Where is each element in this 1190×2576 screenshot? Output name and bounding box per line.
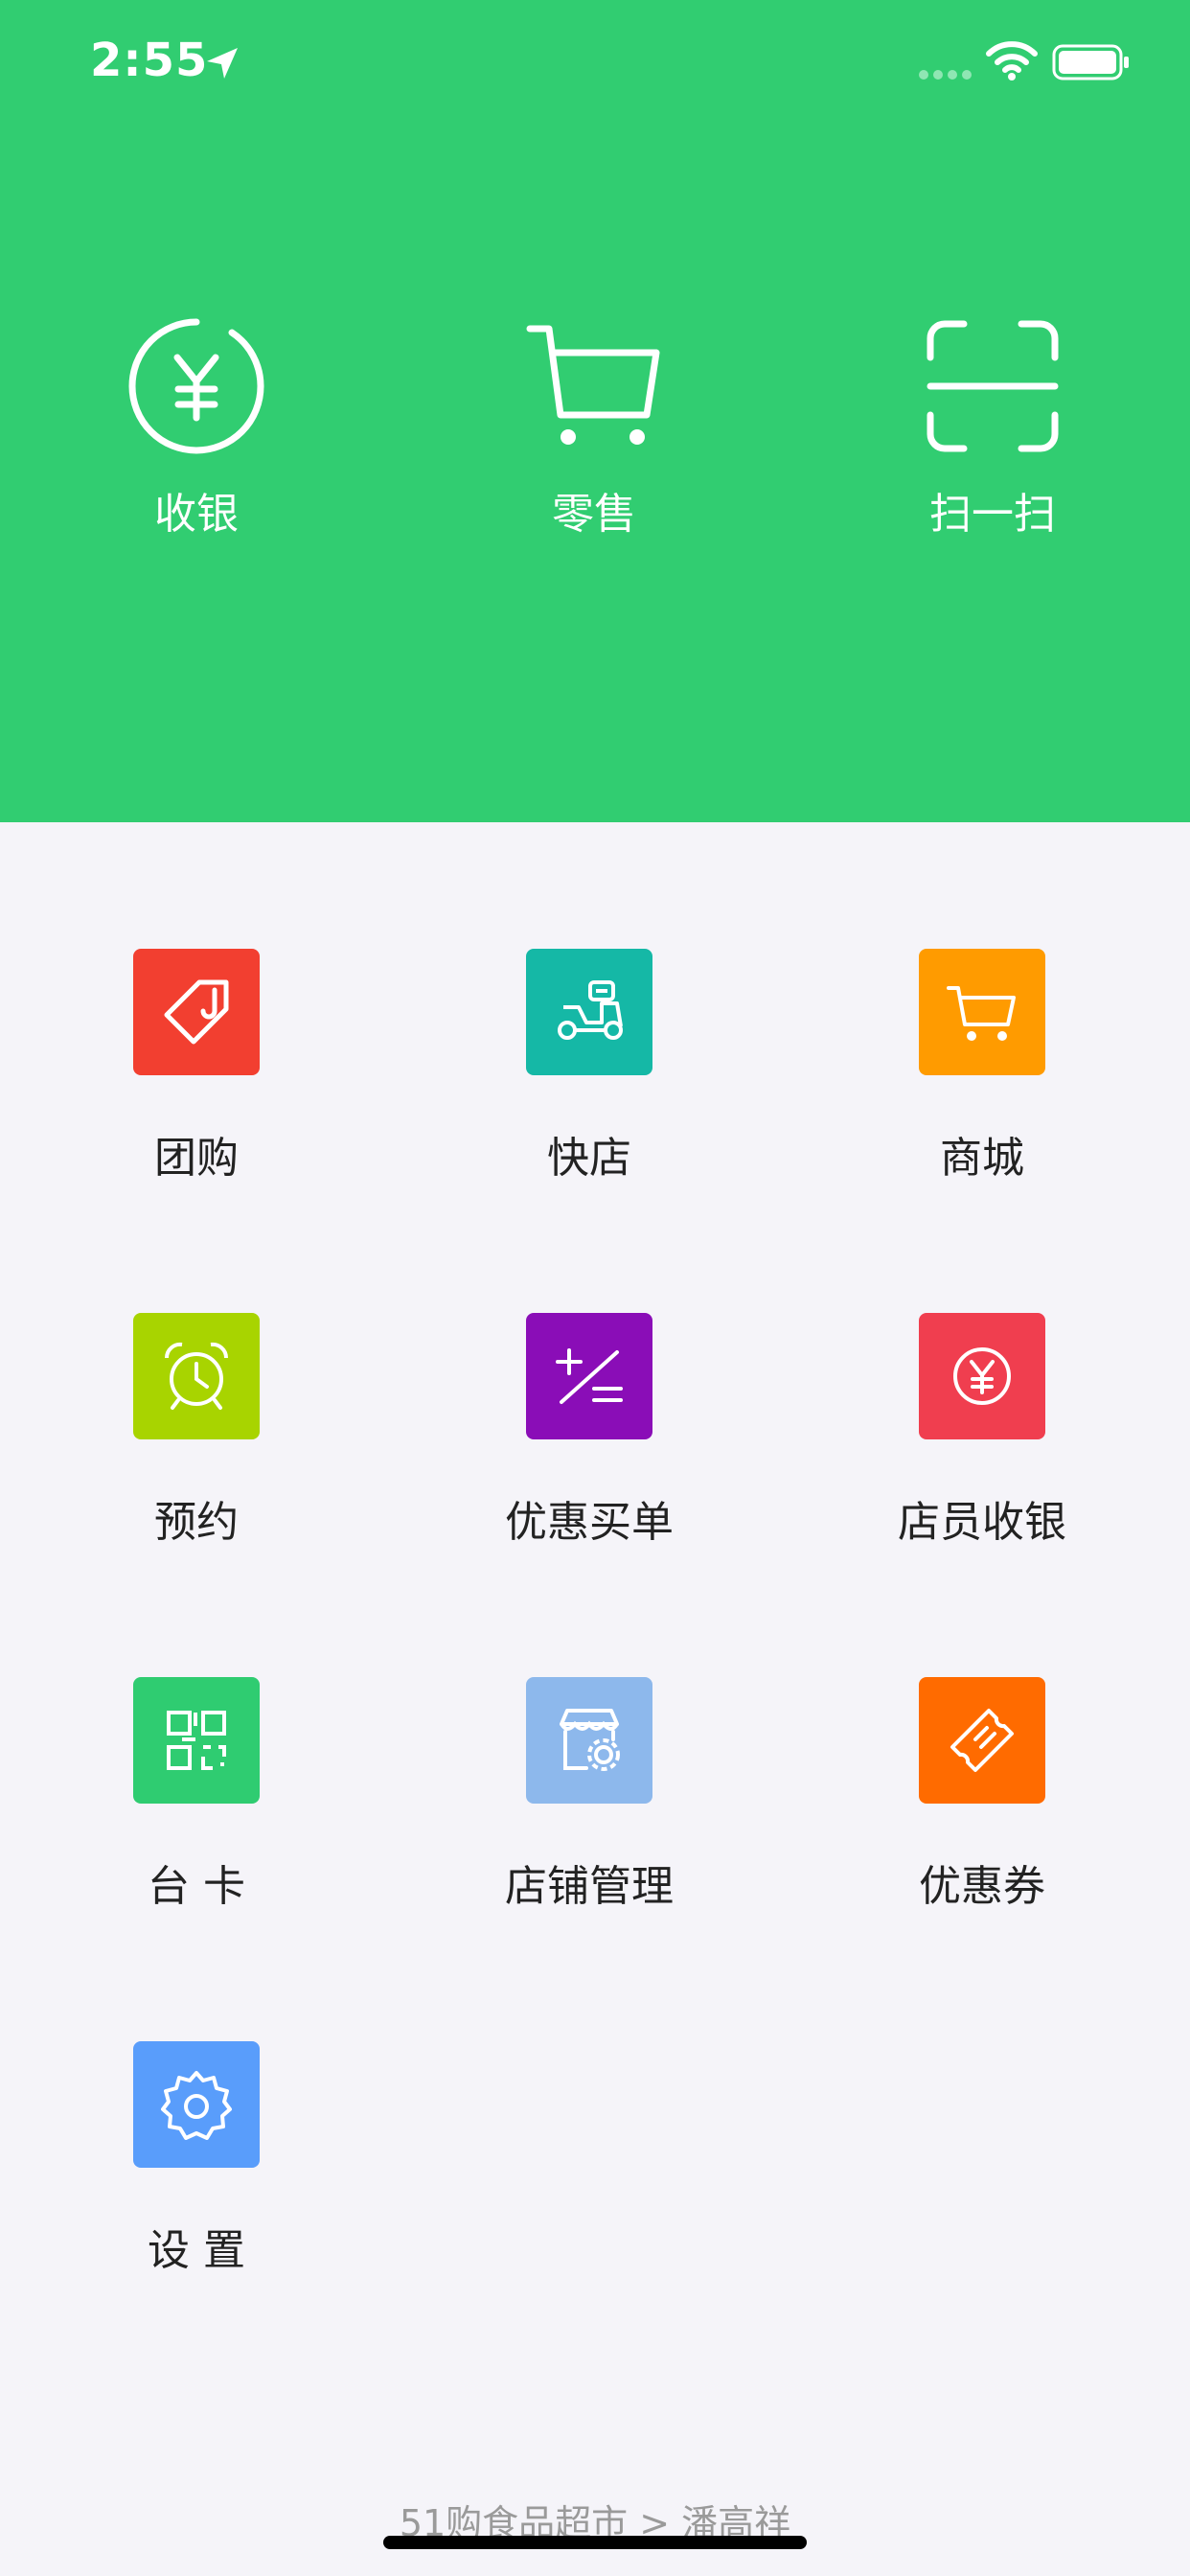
alarm-clock-icon [164,1342,229,1410]
table-card-tile [133,1677,260,1804]
cashier-label: 收银 [154,490,239,539]
discount-pay-tile [526,1313,652,1439]
gear-icon [161,2071,232,2140]
coupon-label: 优惠券 [919,1862,1045,1911]
settings-tile [133,2041,260,2168]
quick-store-button[interactable]: 快店 [446,949,733,1236]
tag-icon [164,979,229,1045]
home-indicator [383,2536,807,2549]
reservation-label: 预约 [154,1498,239,1547]
mall-tile [919,949,1045,1075]
group-buy-label: 团购 [154,1134,239,1183]
discount-calc-icon [556,1348,623,1404]
yuan-circle-icon [128,318,264,454]
header-banner: 2:55 收银 零售 扫一扫 [0,0,1190,822]
retail-label: 零售 [552,490,636,539]
staff-cashier-tile [919,1313,1045,1439]
staff-cashier-button[interactable]: 店员收银 [838,1313,1126,1600]
group-buy-button[interactable]: 团购 [53,949,340,1236]
discount-pay-button[interactable]: 优惠买单 [446,1313,733,1600]
yuan-circle-icon [953,1347,1011,1405]
scan-icon [927,320,1059,452]
settings-button[interactable]: 设 置 [53,2041,340,2329]
location-arrow-icon [207,48,238,79]
scooter-icon [558,980,623,1040]
store-management-tile [526,1677,652,1804]
store-management-label: 店铺管理 [505,1862,674,1911]
reservation-button[interactable]: 预约 [53,1313,340,1600]
coupon-tile [919,1677,1045,1804]
coupon-button[interactable]: 优惠券 [838,1677,1126,1965]
settings-label: 设 置 [148,2226,245,2275]
qr-code-icon [167,1711,226,1770]
ticket-icon [950,1709,1014,1772]
retail-button[interactable]: 零售 [479,314,709,564]
group-buy-tile [133,949,260,1075]
cart-icon [947,986,1016,1041]
wifi-icon [986,41,1038,80]
table-card-label: 台 卡 [148,1862,245,1911]
battery-icon [1052,44,1129,80]
scan-button[interactable]: 扫一扫 [878,314,1108,564]
status-bar: 2:55 [0,0,1190,125]
reservation-tile [133,1313,260,1439]
table-card-button[interactable]: 台 卡 [53,1677,340,1965]
mall-button[interactable]: 商城 [838,949,1126,1236]
status-time: 2:55 [90,34,209,87]
cart-icon [526,325,660,445]
quick-store-tile [526,949,652,1075]
quick-store-label: 快店 [547,1134,631,1183]
store-settings-icon [560,1709,620,1771]
staff-cashier-label: 店员收银 [898,1498,1066,1547]
cashier-button[interactable]: 收银 [81,314,311,564]
mall-label: 商城 [940,1134,1024,1183]
scan-label: 扫一扫 [929,490,1056,539]
discount-pay-label: 优惠买单 [505,1498,674,1547]
signal-icon [919,70,972,80]
store-management-button[interactable]: 店铺管理 [446,1677,733,1965]
